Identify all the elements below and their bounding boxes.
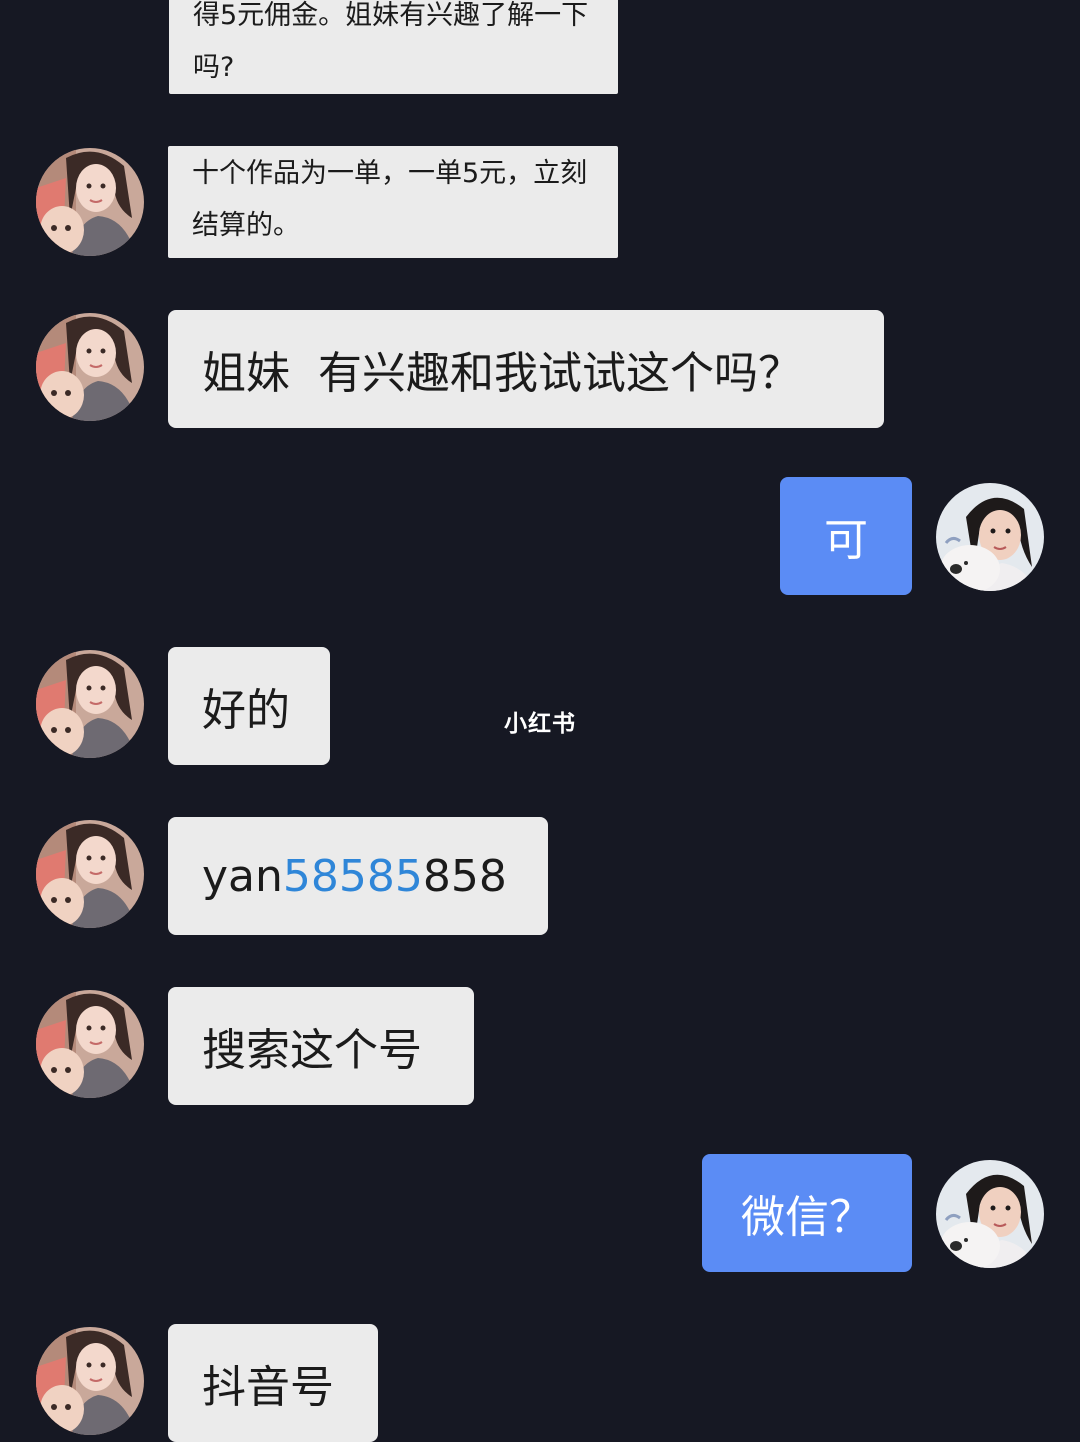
message-bubble-incoming: 抖音号 xyxy=(168,1324,378,1442)
woman-with-plush-toy-avatar-icon xyxy=(936,483,1044,591)
message-bubble-incoming: 搜索这个号 xyxy=(168,987,474,1105)
contact-avatar[interactable] xyxy=(36,148,144,256)
message-text: 抖音号 xyxy=(202,1362,334,1413)
phone-number-link[interactable]: 58585 xyxy=(283,851,423,902)
woman-with-baby-avatar-icon xyxy=(36,820,144,928)
message-text: 十个作品为一单，一单5元，立刻结算的。 xyxy=(192,158,588,241)
message-text: 可 xyxy=(824,515,868,566)
message-bubble-outgoing: 微信？ xyxy=(702,1154,912,1272)
message-text: 姐妹 有兴趣和我试试这个吗？ xyxy=(202,348,802,399)
message-bubble-incoming: 姐妹 有兴趣和我试试这个吗？ xyxy=(168,310,884,428)
woman-with-baby-avatar-icon xyxy=(36,313,144,421)
contact-avatar[interactable] xyxy=(36,313,144,421)
woman-with-baby-avatar-icon xyxy=(36,148,144,256)
message-text: 搜索这个号 xyxy=(202,1025,422,1076)
contact-avatar[interactable] xyxy=(36,990,144,1098)
woman-with-baby-avatar-icon xyxy=(36,990,144,1098)
message-bubble-incoming: yan 58585 858 xyxy=(168,817,548,935)
contact-avatar[interactable] xyxy=(36,1327,144,1435)
message-bubble-outgoing: 可 xyxy=(780,477,912,595)
contact-avatar[interactable] xyxy=(36,820,144,928)
woman-with-plush-toy-avatar-icon xyxy=(936,1160,1044,1268)
message-bubble-incoming: 十个作品为一单，一单5元，立刻结算的。 xyxy=(168,146,618,258)
contact-avatar[interactable] xyxy=(36,650,144,758)
my-avatar[interactable] xyxy=(936,483,1044,591)
xiaohongshu-watermark: 小红书 xyxy=(504,711,576,737)
woman-with-baby-avatar-icon xyxy=(36,1327,144,1435)
message-text: 好的 xyxy=(202,685,290,736)
message-text: 微信？ xyxy=(741,1192,873,1243)
message-text-suffix: 858 xyxy=(422,850,507,902)
my-avatar[interactable] xyxy=(936,1160,1044,1268)
message-text: 得5元佣金。姐妹有兴趣了解一下吗? xyxy=(193,0,589,83)
message-bubble-incoming: 好的 xyxy=(168,647,330,765)
message-bubble-incoming: 得5元佣金。姐妹有兴趣了解一下吗? xyxy=(169,0,618,94)
woman-with-baby-avatar-icon xyxy=(36,650,144,758)
message-text-prefix: yan xyxy=(202,850,283,902)
